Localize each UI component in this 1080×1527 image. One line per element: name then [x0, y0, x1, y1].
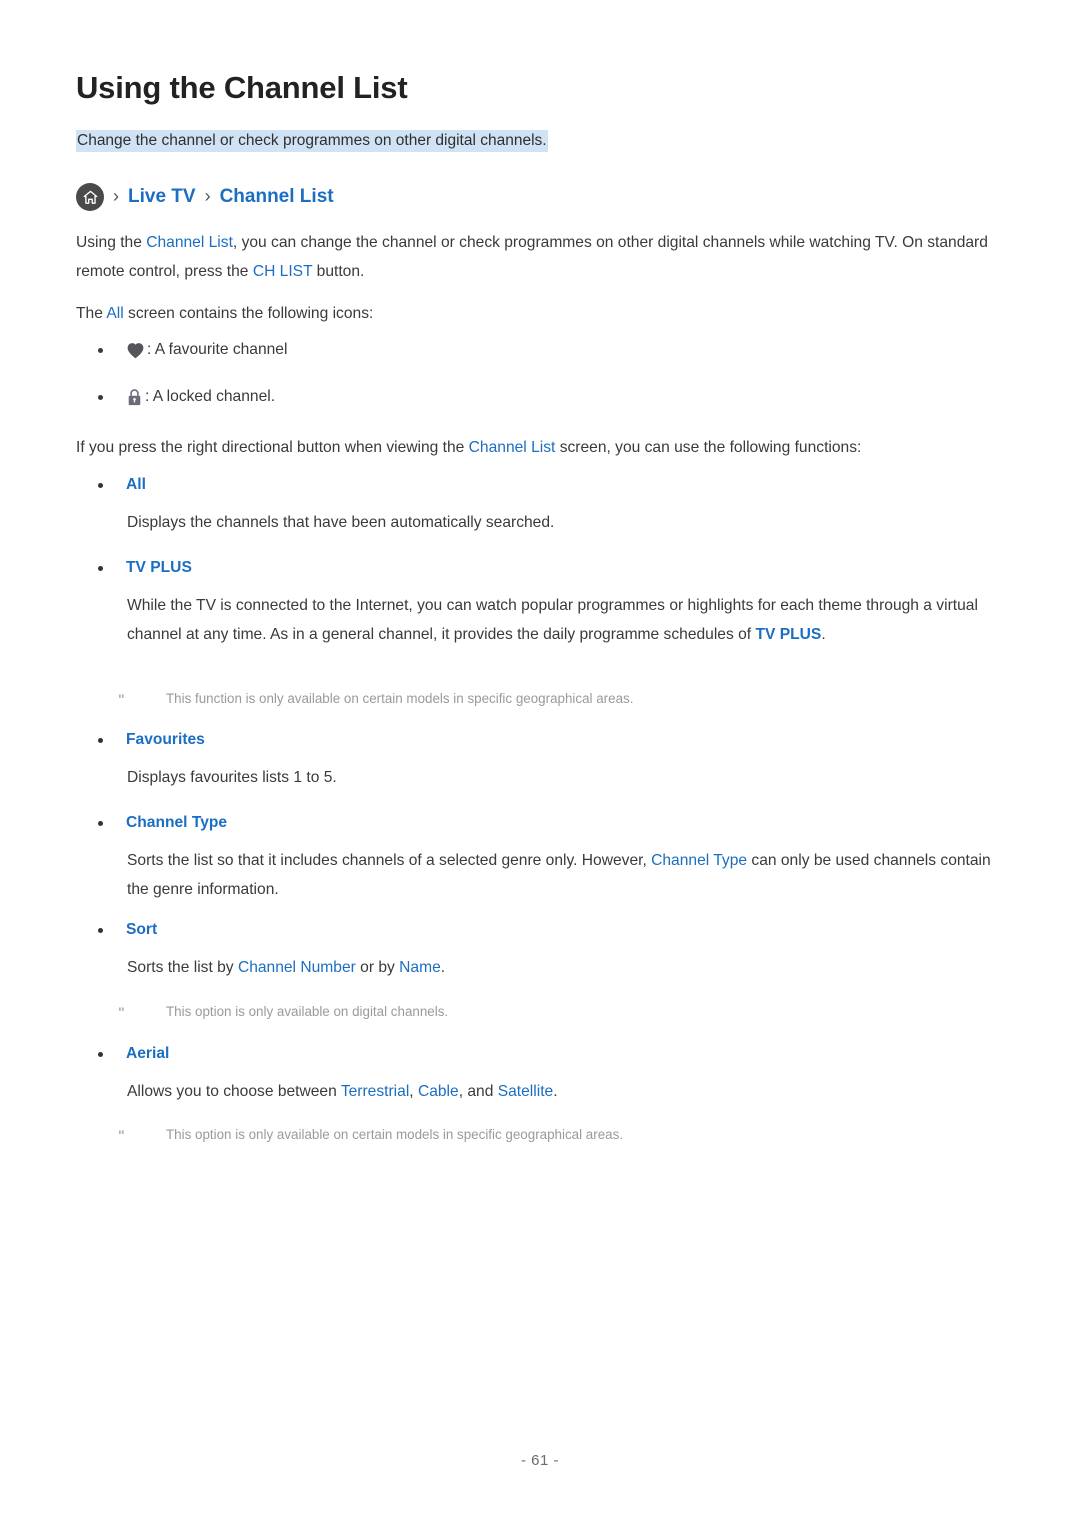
breadcrumb-separator-2: › — [204, 186, 211, 206]
option-desc-all-text: Displays the channels that have been aut… — [127, 514, 555, 531]
option-desc-aerial-part-b: . — [553, 1083, 558, 1100]
option-desc-aerial-part-a: Allows you to choose between — [127, 1083, 341, 1100]
option-desc-channel-type-part-a: Sorts the list so that it includes chann… — [127, 852, 652, 869]
option-heading-aerial[interactable]: Aerial — [98, 1042, 169, 1066]
intro-p2-link-all[interactable]: All — [106, 305, 123, 322]
list-item-favourite-text: : A favourite channel — [147, 341, 288, 358]
heart-icon — [126, 342, 145, 359]
functions-intro-part-b: screen, you can use the following functi… — [555, 439, 862, 456]
list-item-favourite-channel: : A favourite channel — [98, 338, 287, 362]
option-desc-sort-link-name[interactable]: Name — [399, 959, 441, 976]
intro-p1-link-channel-list[interactable]: Channel List — [146, 234, 233, 251]
option-label-channel-type: Channel Type — [126, 814, 228, 831]
option-desc-channel-type: Sorts the list so that it includes chann… — [127, 846, 996, 904]
option-desc-sort-part-b: . — [440, 959, 446, 976]
option-desc-tv-plus-part-a: While the TV is connected to the Interne… — [127, 597, 978, 643]
intro-p2-part-b: screen contains the following icons: — [123, 305, 374, 322]
option-desc-aerial-part-mid2: , and — [458, 1083, 498, 1100]
option-label-aerial: Aerial — [126, 1045, 170, 1062]
option-heading-sort[interactable]: Sort — [98, 918, 157, 942]
option-desc-sort-link-channel-number[interactable]: Channel Number — [238, 959, 356, 976]
bullet-dot — [98, 820, 103, 826]
page-number: - 61 - — [520, 1452, 559, 1469]
option-desc-tv-plus-link[interactable]: TV PLUS — [755, 626, 821, 643]
option-heading-channel-type[interactable]: Channel Type — [98, 811, 227, 835]
note-sort: " This option is only available on digit… — [118, 1000, 998, 1024]
option-desc-channel-type-link[interactable]: Channel Type — [651, 852, 747, 869]
page-subtitle: Change the channel or check programmes o… — [76, 130, 548, 152]
option-desc-aerial-part-mid: , — [409, 1083, 418, 1100]
option-desc-favourites-text: Displays favourites lists 1 to 5. — [127, 769, 337, 786]
intro-p1-part-c: button. — [312, 263, 365, 280]
option-label-tv-plus: TV PLUS — [126, 559, 192, 576]
option-label-favourites: Favourites — [126, 731, 205, 748]
intro-paragraph-1: Using the Channel List, you can change t… — [76, 228, 996, 286]
intro-paragraph-2: The All screen contains the following ic… — [76, 299, 996, 328]
breadcrumb: › Live TV › Channel List — [76, 183, 334, 211]
bullet-dot — [98, 927, 103, 933]
option-desc-aerial-link-terrestrial[interactable]: Terrestrial — [341, 1083, 409, 1100]
home-icon[interactable] — [76, 183, 104, 211]
note-sort-text: This option is only available on digital… — [166, 1004, 449, 1019]
bullet-dot — [98, 565, 103, 571]
bullet-dot — [98, 482, 103, 488]
note-tv-plus: " This function is only available on cer… — [118, 687, 998, 711]
option-desc-tv-plus-part-b: . — [821, 626, 826, 643]
list-item-locked-text: : A locked channel. — [145, 388, 276, 405]
document-page: Using the Channel List Change the channe… — [0, 0, 1080, 1527]
functions-intro-part-a: If you press the right directional butto… — [76, 439, 469, 456]
functions-intro-paragraph: If you press the right directional butto… — [76, 433, 996, 462]
bullet-dot — [98, 394, 103, 400]
option-desc-aerial-link-cable[interactable]: Cable — [418, 1083, 459, 1100]
breadcrumb-item-channel-list[interactable]: Channel List — [220, 186, 334, 208]
option-desc-aerial-link-satellite[interactable]: Satellite — [498, 1083, 553, 1100]
option-desc-all: Displays the channels that have been aut… — [127, 508, 996, 537]
lock-icon — [126, 388, 143, 407]
page-title: Using the Channel List — [76, 70, 408, 105]
note-aerial: " This option is only available on certa… — [118, 1123, 998, 1147]
breadcrumb-item-live-tv[interactable]: Live TV — [128, 186, 196, 208]
note-tv-plus-text: This function is only available on certa… — [166, 691, 634, 706]
intro-p1-link-ch-list[interactable]: CH LIST — [253, 263, 313, 280]
option-heading-tv-plus[interactable]: TV PLUS — [98, 556, 192, 580]
list-item-locked-channel: : A locked channel. — [98, 385, 275, 409]
option-desc-sort: Sorts the list by Channel Number or by N… — [127, 953, 996, 982]
option-desc-tv-plus: While the TV is connected to the Interne… — [127, 591, 996, 649]
option-desc-sort-part-a: Sorts the list by — [127, 959, 238, 976]
functions-intro-link-channel-list[interactable]: Channel List — [469, 439, 556, 456]
intro-p1-part-a: Using the — [76, 234, 147, 251]
bullet-dot — [98, 347, 103, 353]
option-label-sort: Sort — [126, 921, 158, 938]
bullet-dot — [98, 1051, 103, 1057]
option-desc-favourites: Displays favourites lists 1 to 5. — [127, 763, 996, 792]
intro-p2-part-a: The — [76, 305, 107, 322]
option-heading-favourites[interactable]: Favourites — [98, 728, 205, 752]
note-marker-icon: " — [118, 1127, 125, 1143]
option-desc-sort-part-mid: or by — [355, 959, 400, 976]
note-aerial-text: This option is only available on certain… — [166, 1127, 624, 1142]
note-marker-icon: " — [118, 691, 125, 707]
option-desc-aerial: Allows you to choose between Terrestrial… — [127, 1077, 996, 1106]
breadcrumb-separator-1: › — [113, 186, 119, 206]
note-marker-icon: " — [118, 1004, 125, 1020]
bullet-dot — [98, 737, 103, 743]
subtitle-highlight: Change the channel or check programmes o… — [76, 130, 548, 152]
option-label-all: All — [126, 476, 146, 493]
option-heading-all[interactable]: All — [98, 473, 146, 497]
